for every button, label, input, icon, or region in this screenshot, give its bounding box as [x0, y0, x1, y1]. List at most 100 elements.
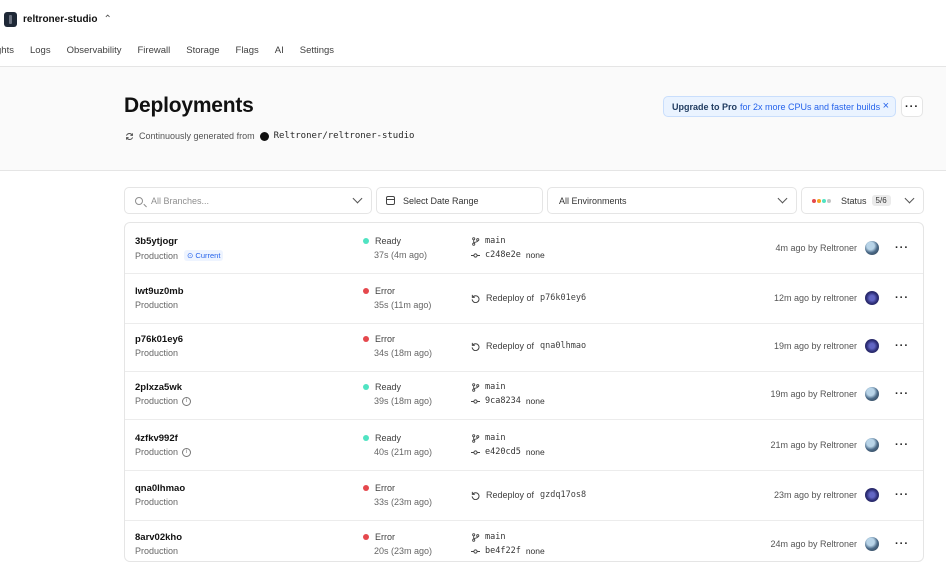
redeploy-cell[interactable]: Redeploy of p76k01ey6 [471, 293, 586, 303]
tab-storage[interactable]: Storage [186, 45, 219, 56]
status-count-badge: 5/6 [871, 195, 891, 206]
environment-select[interactable]: All Environments [547, 187, 797, 214]
avatar [865, 488, 879, 502]
duration: 35s (11m ago) [374, 300, 432, 310]
current-badge-label: Current [195, 251, 221, 260]
status-label: Error [375, 483, 395, 493]
created-by: 19m ago by Reltroner [770, 389, 857, 399]
deployment-id[interactable]: 3b5ytjogr [135, 236, 178, 247]
branch-filter-placeholder: All Branches... [151, 195, 210, 206]
chevron-down-icon [352, 193, 363, 204]
git-branch-icon [472, 433, 480, 443]
deployment-id[interactable]: p76k01ey6 [135, 334, 183, 345]
tab-logs[interactable]: Logs [30, 45, 51, 56]
avatar [865, 387, 879, 401]
page-title: Deployments [124, 94, 254, 117]
environment-label: Production [135, 250, 179, 261]
deployment-id[interactable]: lwt9uz0mb [135, 286, 184, 297]
deployment-id[interactable]: 8arv02kho [135, 532, 182, 543]
deployment-id[interactable]: 2plxza5wk [135, 382, 182, 393]
top-bar: reltroner-studio ⌃ ghts Logs Observabili… [0, 0, 946, 67]
redeploy-source-id[interactable]: gzdq17os8 [540, 490, 586, 500]
chevron-down-icon [777, 193, 788, 204]
status-cell: Error [363, 334, 395, 344]
commit-cell[interactable]: be4f22f none [471, 546, 545, 556]
table-row[interactable]: 2plxza5wk Production i Ready 39s (18m ag… [125, 369, 923, 420]
tab-settings[interactable]: Settings [300, 45, 334, 56]
table-row[interactable]: qna0lhmao Production Error 33s (23m ago)… [125, 470, 923, 521]
table-row[interactable]: 8arv02kho Production Error 20s (23m ago)… [125, 519, 923, 561]
row-more-button[interactable]: ··· [895, 489, 909, 501]
tab-ai[interactable]: AI [275, 45, 284, 56]
row-more-button[interactable]: ··· [895, 538, 909, 550]
deployment-id[interactable]: qna0lhmao [135, 483, 185, 494]
row-more-button[interactable]: ··· [895, 340, 909, 352]
status-dot [363, 238, 369, 244]
deployment-environment: Production [135, 497, 178, 507]
branch-cell[interactable]: main [471, 433, 505, 443]
git-commit-icon [471, 449, 480, 455]
git-commit-icon [471, 398, 480, 404]
tab-insights[interactable]: ghts [0, 45, 14, 56]
commit-hash: be4f22f [485, 546, 521, 556]
created-by: 19m ago by reltroner [773, 341, 857, 351]
row-more-button[interactable]: ··· [895, 292, 909, 304]
current-badge: ⊙ Current [184, 250, 224, 261]
redeploy-cell[interactable]: Redeploy of qna0lhmao [471, 341, 586, 351]
more-options-button[interactable]: ··· [901, 96, 923, 117]
branch-name: main [485, 532, 506, 542]
created-by: 24m ago by Reltroner [770, 539, 857, 549]
branch-name: main [485, 382, 506, 392]
upgrade-label[interactable]: Upgrade to Pro [672, 102, 737, 112]
redeploy-source-id[interactable]: p76k01ey6 [540, 293, 586, 303]
row-more-button[interactable]: ··· [895, 439, 909, 451]
branch-filter[interactable]: All Branches... [124, 187, 372, 214]
commit-hash: c248e2e [485, 250, 521, 260]
chevron-up-down-icon[interactable]: ⌃ [103, 14, 111, 25]
close-icon[interactable]: × [883, 100, 889, 112]
team-name: reltroner-studio [23, 14, 98, 25]
status-label: Ready [375, 433, 402, 443]
status-cell: Ready [363, 236, 401, 246]
row-more-button[interactable]: ··· [895, 242, 909, 254]
status-dot [363, 384, 369, 390]
avatar [865, 537, 879, 551]
commit-cell[interactable]: 9ca8234 none [471, 396, 545, 406]
github-icon [259, 131, 269, 141]
commit-cell[interactable]: e420cd5 none [471, 447, 545, 457]
subtitle-prefix: Continuously generated from [139, 131, 255, 141]
deployment-environment: Production ⊙ Current [135, 250, 224, 261]
branch-cell[interactable]: main [471, 236, 505, 246]
repo-link[interactable]: Reltroner/reltroner-studio [274, 131, 415, 141]
redeploy-source-id[interactable]: qna0lhmao [540, 341, 586, 351]
tab-firewall[interactable]: Firewall [138, 45, 171, 56]
table-row[interactable]: lwt9uz0mb Production Error 35s (11m ago)… [125, 273, 923, 324]
table-row[interactable]: p76k01ey6 Production Error 34s (18m ago)… [125, 321, 923, 372]
git-branch-icon [472, 532, 480, 542]
duration: 33s (23m ago) [374, 497, 433, 507]
upgrade-banner[interactable]: Upgrade to Pro for 2x more CPUs and fast… [663, 96, 896, 117]
info-icon[interactable]: i [182, 447, 192, 457]
commit-cell[interactable]: c248e2e none [471, 250, 545, 260]
row-more-button[interactable]: ··· [895, 388, 909, 400]
redeploy-icon [471, 294, 480, 303]
branch-cell[interactable]: main [471, 532, 505, 542]
status-filter[interactable]: Status 5/6 [801, 187, 924, 214]
tab-flags[interactable]: Flags [236, 45, 259, 56]
info-icon[interactable]: i [182, 396, 192, 406]
date-range-picker[interactable]: Select Date Range [376, 187, 543, 214]
deployment-environment: Production i [135, 447, 192, 457]
status-dot [363, 288, 369, 294]
tab-observability[interactable]: Observability [67, 45, 122, 56]
table-row[interactable]: 4zfkv992f Production i Ready 40s (21m ag… [125, 420, 923, 471]
deployment-id[interactable]: 4zfkv992f [135, 433, 178, 444]
team-switcher[interactable]: reltroner-studio ⌃ [4, 12, 112, 27]
avatar [865, 438, 879, 452]
status-label: Ready [375, 236, 402, 246]
branch-cell[interactable]: main [471, 382, 505, 392]
redeploy-icon [471, 342, 480, 351]
commit-hash: e420cd5 [485, 447, 521, 457]
redeploy-cell[interactable]: Redeploy of gzdq17os8 [471, 490, 586, 500]
status-cell: Error [363, 532, 395, 542]
table-row[interactable]: 3b5ytjogr Production ⊙ Current Ready 37s… [125, 223, 923, 274]
